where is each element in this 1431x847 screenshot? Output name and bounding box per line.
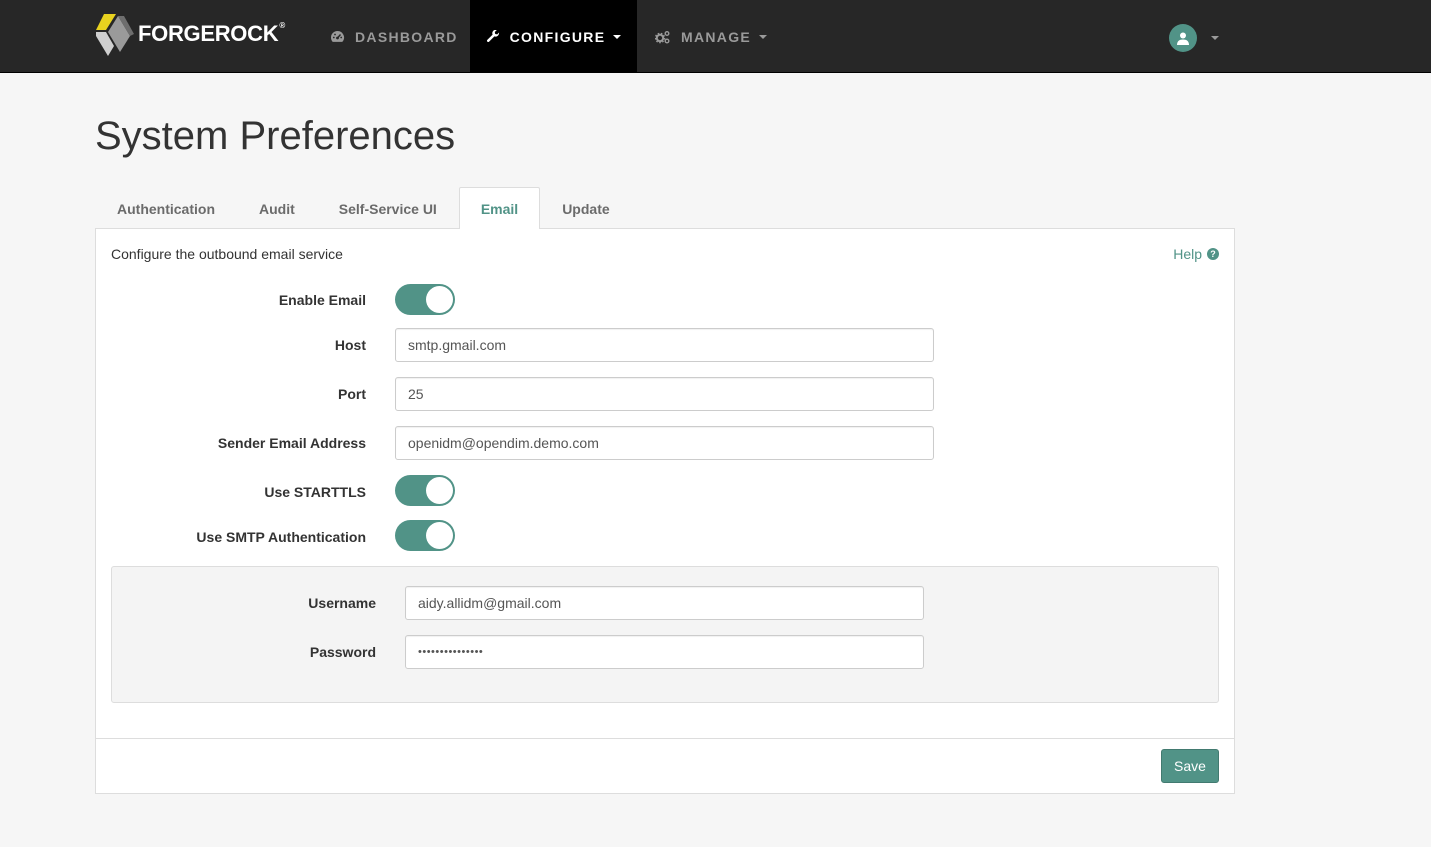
chevron-down-icon — [613, 34, 622, 39]
toggle-knob — [426, 522, 453, 549]
starttls-row: Use STARTTLS — [96, 475, 1236, 507]
smtp-auth-label: Use SMTP Authentication — [196, 529, 366, 545]
password-input[interactable]: ••••••••••••••• — [405, 635, 924, 669]
nav-dashboard[interactable]: DASHBOARD — [330, 0, 458, 73]
port-row: Port 25 — [96, 377, 1236, 411]
smtp-auth-row: Use SMTP Authentication — [96, 520, 1236, 552]
user-icon — [1177, 32, 1189, 45]
nav-configure[interactable]: CONFIGURE — [470, 0, 637, 73]
host-label: Host — [334, 337, 366, 353]
email-settings-panel: Configure the outbound email service Hel… — [95, 228, 1235, 794]
enable-email-label: Enable Email — [278, 292, 366, 308]
tab-self-service-ui[interactable]: Self-Service UI — [317, 187, 459, 229]
username-label: Username — [308, 595, 376, 611]
panel-description: Configure the outbound email service — [111, 246, 343, 262]
toggle-knob — [426, 477, 453, 504]
username-input[interactable]: aidy.allidm@gmail.com — [405, 586, 924, 620]
tab-authentication[interactable]: Authentication — [95, 187, 237, 229]
avatar[interactable] — [1169, 24, 1197, 52]
host-input[interactable]: smtp.gmail.com — [395, 328, 934, 362]
wrench-icon — [486, 29, 500, 44]
tab-update[interactable]: Update — [540, 187, 631, 229]
port-input[interactable]: 25 — [395, 377, 934, 411]
dashboard-icon — [330, 30, 345, 43]
chevron-down-icon[interactable] — [1211, 36, 1219, 40]
user-menu[interactable] — [1169, 24, 1219, 52]
footer-divider — [96, 738, 1234, 739]
smtp-auth-toggle[interactable] — [395, 520, 455, 551]
tab-email[interactable]: Email — [458, 187, 541, 229]
sender-row: Sender Email Address openidm@opendim.dem… — [96, 426, 1236, 460]
password-label: Password — [309, 644, 376, 660]
forgerock-logo[interactable]: FORGEROCK® — [94, 12, 285, 56]
username-row: Username aidy.allidm@gmail.com — [112, 586, 1220, 620]
brand-registered-mark: ® — [279, 21, 285, 30]
sender-email-label: Sender Email Address — [217, 435, 366, 451]
help-link[interactable]: Help ? — [1173, 246, 1219, 262]
enable-email-toggle[interactable] — [395, 284, 455, 315]
nav-dashboard-label: DASHBOARD — [355, 28, 458, 45]
nav-manage-label: MANAGE — [681, 28, 752, 45]
chevron-down-icon — [759, 34, 768, 39]
forgerock-logo-icon — [96, 14, 134, 56]
starttls-label: Use STARTTLS — [264, 484, 366, 500]
enable-email-row: Enable Email — [96, 284, 1236, 316]
cogs-icon — [655, 30, 671, 44]
page-title: System Preferences — [95, 114, 456, 158]
top-navbar: FORGEROCK® DASHBOARD CONFIGURE MANAGE — [0, 0, 1431, 73]
preferences-tabs: Authentication Audit Self-Service UI Ema… — [95, 187, 632, 229]
smtp-credentials-panel: Username aidy.allidm@gmail.com Password … — [111, 566, 1219, 703]
tab-audit[interactable]: Audit — [237, 187, 317, 229]
save-button[interactable]: Save — [1161, 749, 1219, 783]
toggle-knob — [426, 286, 453, 313]
question-circle-icon: ? — [1207, 248, 1219, 260]
help-label: Help — [1173, 246, 1202, 262]
host-row: Host smtp.gmail.com — [96, 328, 1236, 362]
starttls-toggle[interactable] — [395, 475, 455, 506]
sender-email-input[interactable]: openidm@opendim.demo.com — [395, 426, 934, 460]
nav-configure-label: CONFIGURE — [509, 28, 606, 45]
brand-name: FORGEROCK — [138, 21, 279, 46]
nav-manage[interactable]: MANAGE — [655, 0, 768, 73]
password-row: Password ••••••••••••••• — [112, 635, 1220, 669]
port-label: Port — [338, 386, 366, 402]
